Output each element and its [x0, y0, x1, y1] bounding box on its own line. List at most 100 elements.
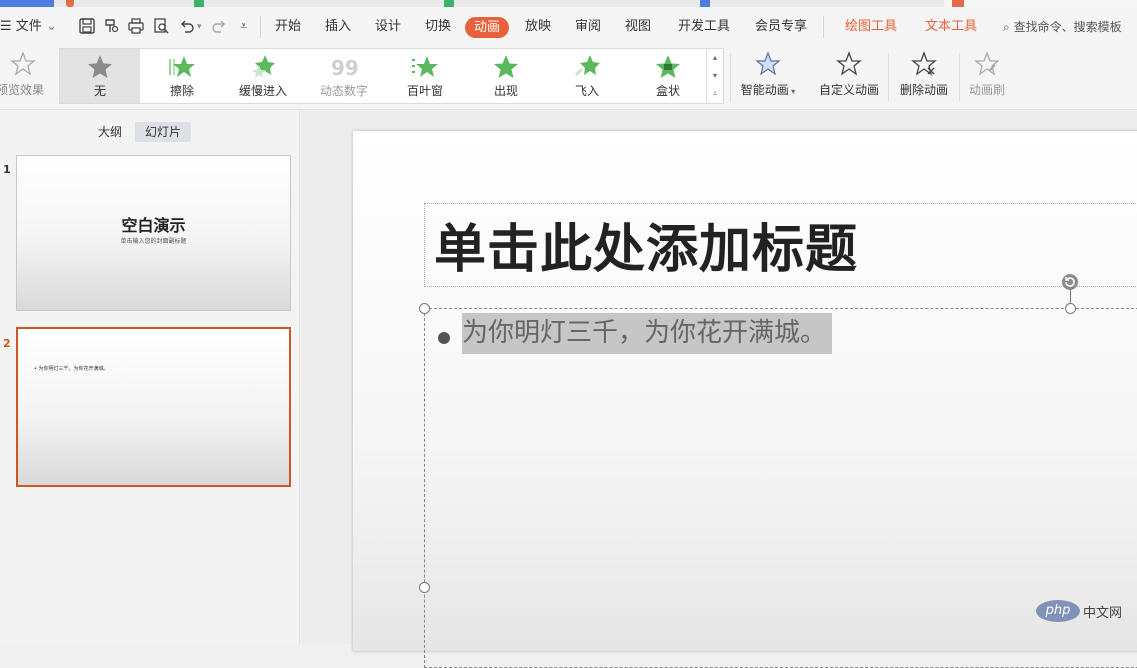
tab-design[interactable]: 设计 — [375, 17, 401, 37]
tab-developer[interactable]: 开发工具 — [678, 17, 730, 37]
divider — [888, 53, 889, 101]
format-painter-icon[interactable] — [102, 17, 120, 35]
tab-text-tools[interactable]: 文本工具 — [925, 17, 977, 37]
rotate-handle-icon[interactable] — [1061, 273, 1079, 291]
animation-brush-label: 动画刷 — [968, 83, 1005, 97]
tab-strip-dot — [66, 0, 74, 7]
menu-bar: ☰ 文件 ⌄ ▾ ⩡ 开始 插入 设计 切换 动画 放映 审阅 视图 开发工具 … — [0, 7, 1137, 45]
print-icon[interactable] — [127, 17, 145, 35]
tab-start[interactable]: 开始 — [275, 17, 301, 37]
animation-box-label: 盒状 — [655, 84, 680, 98]
tab-review[interactable]: 审阅 — [575, 17, 601, 37]
animation-brush-button[interactable]: 动画刷 — [964, 49, 1010, 103]
tab-strip-dot — [700, 0, 710, 7]
watermark: php 中文网 — [1036, 600, 1122, 624]
thumb-title: 空白演示 — [121, 216, 186, 235]
redo-icon[interactable] — [210, 17, 228, 35]
search-label: 查找命令、搜索模板 — [1013, 20, 1122, 34]
smart-animation-button[interactable]: 智能动画 ▾ — [736, 49, 800, 103]
preview-effect-label: 预览效果 — [0, 83, 44, 97]
svg-text:99: 99 — [331, 56, 358, 80]
resize-handle[interactable] — [419, 582, 430, 593]
rotate-stem — [1070, 290, 1071, 304]
smart-animation-label: 智能动画 ▾ — [740, 83, 796, 97]
animation-blinds-label: 百叶窗 — [406, 84, 443, 98]
tab-drawing-tools[interactable]: 绘图工具 — [845, 17, 897, 37]
watermark-text: 中文网 — [1083, 605, 1123, 621]
divider — [959, 53, 960, 101]
animation-wipe-label: 擦除 — [169, 84, 194, 98]
slide-panel: 大纲 幻灯片 1 空白演示 单击输入您的封面副标题 2 • 为你明灯三千，为你花… — [0, 111, 300, 644]
animation-none[interactable]: 无 — [60, 49, 140, 103]
star-brush-icon — [974, 51, 1000, 76]
gallery-scroll: ▴ ▾ ⩡ — [707, 48, 724, 104]
animation-gallery: 无 擦除 缓慢进入 99 动态数字 百叶窗 出现 飞入 盒状 — [59, 48, 707, 104]
resize-handle[interactable] — [419, 303, 430, 314]
thumb-bullet: • 为你明灯三千，为你花开满城。 — [34, 366, 109, 372]
smart-star-icon — [755, 51, 781, 76]
print-preview-icon[interactable] — [152, 17, 170, 35]
file-menu-label: 文件 — [15, 19, 42, 34]
tab-strip-dot — [194, 0, 204, 7]
tab-slides[interactable]: 幻灯片 — [135, 122, 191, 142]
fly-in-star-icon — [574, 55, 600, 77]
bullet-dot — [438, 332, 450, 344]
gallery-scroll-up-icon[interactable]: ▴ — [707, 49, 723, 67]
animation-box[interactable]: 盒状 — [628, 49, 708, 103]
star-outline-icon — [10, 51, 36, 76]
resize-handle[interactable] — [1065, 303, 1076, 314]
preview-effect-button[interactable]: 预览效果 — [0, 49, 46, 103]
tab-animation[interactable]: 动画 — [465, 17, 509, 38]
title-text: 单击此处添加标题 — [434, 220, 859, 280]
animation-dynamic-number-label: 动态数字 — [319, 84, 368, 98]
watermark-logo: php — [1036, 600, 1080, 622]
document-tabs-strip — [0, 0, 1137, 7]
thumb-subtitle: 单击输入您的封面副标题 — [120, 238, 187, 245]
slide-number: 2 — [3, 337, 11, 350]
gallery-scroll-down-icon[interactable]: ▾ — [707, 67, 723, 85]
slide-thumbnail-1[interactable]: 空白演示 单击输入您的封面副标题 — [16, 155, 291, 311]
content-textbox[interactable] — [424, 308, 1137, 668]
box-star-icon — [656, 55, 680, 78]
tab-transition[interactable]: 切换 — [425, 17, 451, 37]
selected-bullet-text[interactable]: 为你明灯三千，为你花开满城。 — [462, 313, 833, 354]
star-outline-icon — [836, 51, 862, 76]
appear-star-icon — [494, 55, 518, 78]
animation-dynamic-number[interactable]: 99 动态数字 — [304, 49, 384, 103]
undo-icon[interactable] — [178, 17, 196, 35]
animation-blinds[interactable]: 百叶窗 — [385, 49, 465, 103]
divider — [260, 16, 261, 38]
delete-animation-button[interactable]: 删除动画 — [894, 49, 954, 103]
animation-appear[interactable]: 出现 — [466, 49, 546, 103]
custom-animation-button[interactable]: 自定义动画 — [816, 49, 882, 103]
search-command[interactable]: ⌕ 查找命令、搜索模板 — [1003, 17, 1122, 37]
tab-insert[interactable]: 插入 — [325, 17, 351, 37]
file-menu[interactable]: ☰ 文件 ⌄ — [0, 17, 57, 37]
tab-strip-dot — [444, 0, 454, 7]
search-icon: ⌕ — [1003, 20, 1010, 34]
animation-appear-label: 出现 — [493, 84, 518, 98]
animation-ribbon: 预览效果 无 擦除 缓慢进入 99 动态数字 百叶窗 出现 飞入 盒状 ▴ ▾ … — [0, 45, 1137, 110]
gallery-expand-icon[interactable]: ⩡ — [707, 85, 723, 103]
star-gray-icon — [88, 55, 112, 78]
animation-ease-in[interactable]: 缓慢进入 — [223, 49, 303, 103]
customize-toolbar-icon[interactable]: ⩡ — [240, 17, 247, 37]
ease-in-star-icon — [252, 55, 275, 78]
animation-wipe[interactable]: 擦除 — [142, 49, 222, 103]
hamburger-icon: ☰ — [0, 19, 12, 34]
divider — [823, 16, 824, 38]
tab-slideshow[interactable]: 放映 — [525, 17, 551, 37]
tab-member[interactable]: 会员专享 — [755, 17, 807, 37]
tab-strip-current[interactable] — [944, 0, 1137, 7]
chevron-down-icon: ⌄ — [45, 19, 57, 34]
animation-none-label: 无 — [93, 84, 106, 98]
tab-strip-segment[interactable] — [0, 0, 54, 7]
custom-animation-label: 自定义动画 — [818, 83, 879, 97]
undo-dropdown-icon[interactable]: ▾ — [197, 17, 202, 37]
tab-strip-dot — [952, 0, 964, 7]
animation-fly-in[interactable]: 飞入 — [547, 49, 627, 103]
tab-outline[interactable]: 大纲 — [90, 122, 130, 142]
tab-view[interactable]: 视图 — [625, 17, 651, 37]
save-icon[interactable] — [78, 17, 96, 35]
slide-thumbnail-2[interactable]: • 为你明灯三千，为你花开满城。 — [16, 327, 291, 487]
